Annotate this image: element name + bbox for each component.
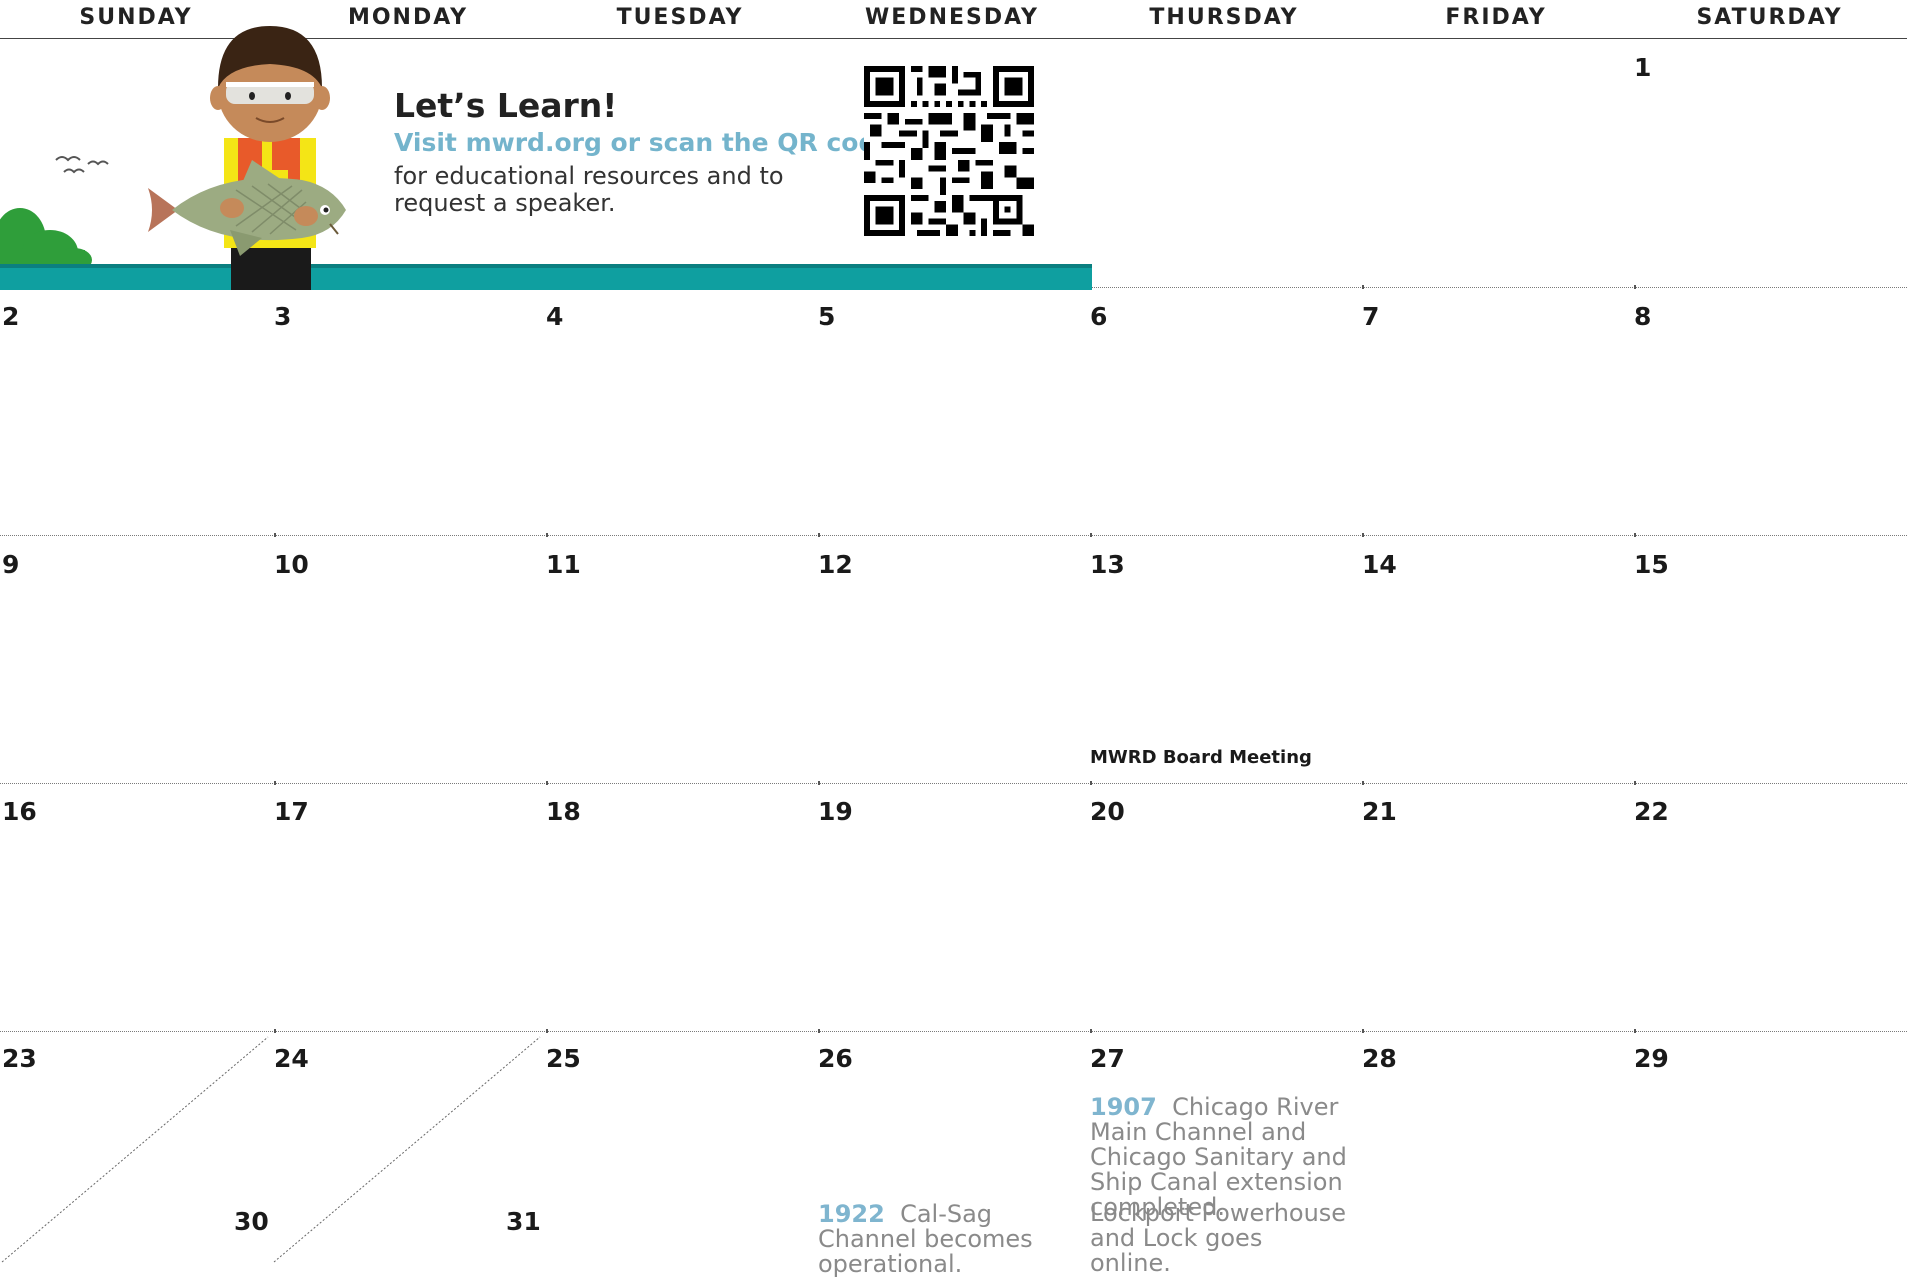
grid-tick [1362, 285, 1364, 289]
day-number: 25 [546, 1044, 581, 1073]
day-number: 7 [1362, 302, 1380, 331]
day-number: 1 [1634, 53, 1652, 82]
board-meeting-event[interactable]: MWRD Board Meeting [1090, 747, 1312, 768]
grid-tick [1634, 781, 1636, 785]
day-number: 16 [2, 797, 37, 826]
grid-tick [1090, 781, 1092, 785]
week-rule-3 [0, 783, 1907, 784]
birds-icon [55, 156, 109, 174]
history-year: 1907 [1090, 1093, 1157, 1121]
day-number: 26 [818, 1044, 853, 1073]
history-note-cal-sag: 1922 Cal-Sag Channel becomes operational… [818, 1202, 1083, 1277]
week-rule-4 [0, 1031, 1907, 1032]
day-number: 4 [546, 302, 564, 331]
grid-tick [274, 533, 276, 537]
promo-link[interactable]: Visit mwrd.org or scan the QR code [394, 128, 893, 157]
history-year: 1922 [818, 1200, 885, 1228]
day-number: 21 [1362, 797, 1397, 826]
week-rule-2 [0, 535, 1907, 536]
day-number: 27 [1090, 1044, 1125, 1073]
day-number: 11 [546, 550, 581, 579]
day-number: 13 [1090, 550, 1125, 579]
day-number: 22 [1634, 797, 1669, 826]
grid-tick [1090, 533, 1092, 537]
weekday-saturday: SATURDAY [1696, 5, 1843, 30]
grid-tick [818, 533, 820, 537]
day-number: 5 [818, 302, 836, 331]
weekday-friday: FRIDAY [1445, 5, 1547, 30]
promo-body: for educational resources and to request… [394, 162, 784, 217]
grid-tick [818, 1029, 820, 1033]
day-number: 20 [1090, 797, 1125, 826]
grid-tick [1362, 781, 1364, 785]
day-number: 6 [1090, 302, 1108, 331]
day-number: 2 [2, 302, 20, 331]
day-number: 28 [1362, 1044, 1397, 1073]
grid-tick [1634, 1029, 1636, 1033]
day-number: 18 [546, 797, 581, 826]
day-number: 3 [274, 302, 292, 331]
day-number: 12 [818, 550, 853, 579]
grid-tick [1362, 1029, 1364, 1033]
qr-code-icon[interactable] [864, 66, 1034, 236]
history-note-lockport: Lockport Powerhouse and Lock goes online… [1090, 1201, 1350, 1276]
day-number: 29 [1634, 1044, 1669, 1073]
fish-icon [148, 160, 346, 256]
day-number: 30 [234, 1207, 269, 1236]
day-number: 31 [506, 1207, 541, 1236]
kid-icon [210, 26, 330, 290]
day-number: 23 [2, 1044, 37, 1073]
day-number: 8 [1634, 302, 1652, 331]
grid-tick [1634, 533, 1636, 537]
grid-tick [1090, 1029, 1092, 1033]
weekday-thursday: THURSDAY [1149, 5, 1299, 30]
grid-tick [1634, 285, 1636, 289]
day-number: 9 [2, 550, 20, 579]
grid-tick [546, 1029, 548, 1033]
day-number: 15 [1634, 550, 1669, 579]
grid-tick [274, 781, 276, 785]
grid-tick [546, 533, 548, 537]
promo-title: Let’s Learn! [394, 86, 618, 125]
day-number: 24 [274, 1044, 309, 1073]
day-number: 10 [274, 550, 309, 579]
day-number: 19 [818, 797, 853, 826]
grid-tick [818, 781, 820, 785]
day-number: 17 [274, 797, 309, 826]
grid-tick [274, 1029, 276, 1033]
day-number: 14 [1362, 550, 1397, 579]
grid-tick [546, 781, 548, 785]
grid-tick [1362, 533, 1364, 537]
history-text: Lockport Powerhouse and Lock goes online… [1090, 1199, 1347, 1277]
